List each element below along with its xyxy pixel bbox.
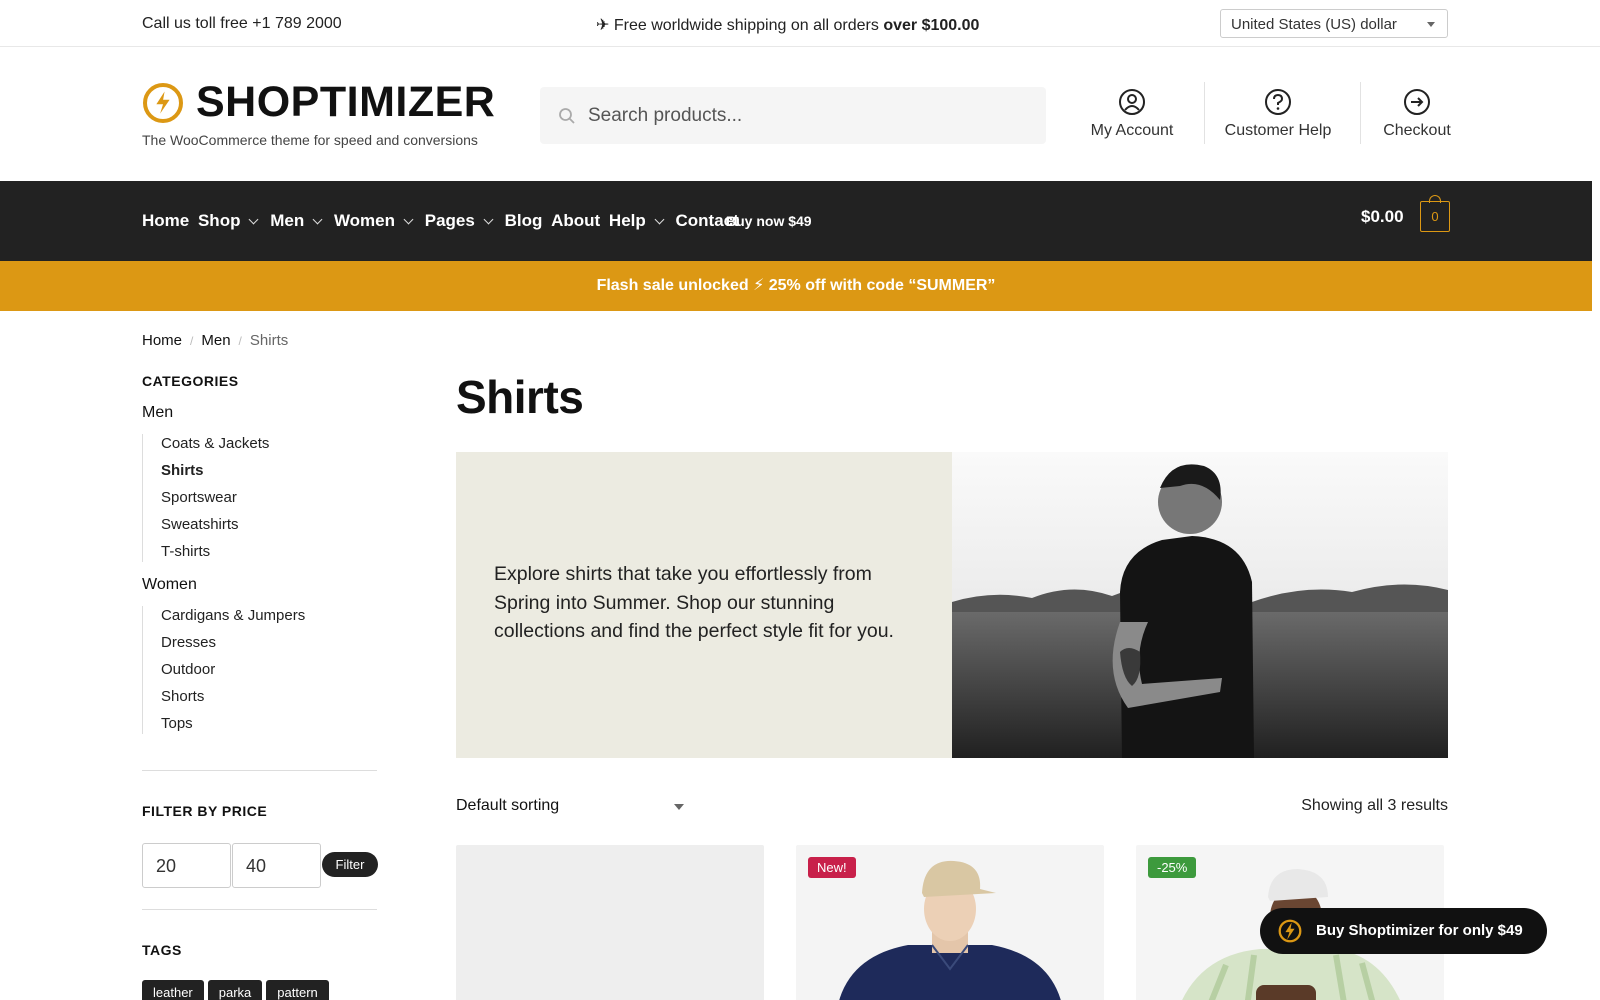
banner-description: Explore shirts that take you effortlessl… <box>494 563 894 642</box>
shipping-notice: ✈ Free worldwide shipping on all orders … <box>596 17 980 34</box>
logo-wordmark: SHOPTIMIZER <box>196 78 496 126</box>
category-banner: Explore shirts that take you effortlessl… <box>456 452 1448 758</box>
sidebar-divider <box>142 770 377 771</box>
chevron-down-icon <box>674 804 684 810</box>
men-subcategories: Coats & Jackets Shirts Sportswear Sweats… <box>142 434 269 562</box>
women-subcategories: Cardigans & Jumpers Dresses Outdoor Shor… <box>142 606 305 734</box>
chevron-down-icon <box>312 214 323 225</box>
sort-value: Default sorting <box>456 797 560 814</box>
nav-item-home[interactable]: Home <box>142 211 189 231</box>
breadcrumb-current: Shirts <box>249 332 289 349</box>
category-coats-jackets[interactable]: Coats & Jackets <box>161 434 269 461</box>
breadcrumb: Home / Men / Shirts <box>142 332 289 349</box>
header-divider <box>1204 82 1205 144</box>
category-sweatshirts[interactable]: Sweatshirts <box>161 515 269 542</box>
category-shirts[interactable]: Shirts <box>161 461 269 488</box>
breadcrumb-men[interactable]: Men <box>201 332 230 349</box>
nav-item-shop[interactable]: Shop <box>198 211 241 231</box>
category-cardigans-jumpers[interactable]: Cardigans & Jumpers <box>161 606 305 633</box>
category-women[interactable]: Women <box>142 576 197 594</box>
chevron-down-icon <box>483 214 494 225</box>
chevron-down-icon <box>1427 22 1435 27</box>
user-icon <box>1119 89 1145 115</box>
banner-text-panel: Explore shirts that take you effortlessl… <box>456 452 952 758</box>
currency-value: United States (US) dollar <box>1231 16 1397 33</box>
nav-item-blog[interactable]: Blog <box>505 211 543 231</box>
breadcrumb-home[interactable]: Home <box>142 332 182 349</box>
category-shorts[interactable]: Shorts <box>161 687 305 714</box>
chevron-down-icon <box>403 214 414 225</box>
search-icon <box>559 108 575 124</box>
max-price-input[interactable]: 40 <box>232 843 321 888</box>
main-navigation: Home Shop Men Women Pages Blog About Hel… <box>0 181 1592 261</box>
buy-shoptimizer-button[interactable]: Buy Shoptimizer for only $49 <box>1260 908 1547 954</box>
customer-help-link[interactable]: Customer Help <box>1214 88 1342 140</box>
customer-help-label: Customer Help <box>1224 122 1332 139</box>
sidebar-divider <box>142 909 377 910</box>
tag-leather[interactable]: leather <box>142 980 204 1000</box>
nav-item-women[interactable]: Women <box>334 211 395 231</box>
sale-badge: -25% <box>1148 857 1197 878</box>
search-input[interactable] <box>588 87 1028 144</box>
cart-total[interactable]: $0.00 <box>1361 207 1404 227</box>
arrow-circle-icon <box>1404 89 1430 115</box>
chevron-down-icon <box>654 214 665 225</box>
phone-text: Call us toll free +1 789 2000 <box>142 15 342 32</box>
categories-heading: CATEGORIES <box>142 373 239 389</box>
my-account-label: My Account <box>1090 122 1174 139</box>
page-title: Shirts <box>456 371 584 423</box>
category-sportswear[interactable]: Sportswear <box>161 488 269 515</box>
currency-select[interactable]: United States (US) dollar <box>1220 9 1448 38</box>
tag-parka[interactable]: parka <box>207 980 263 1000</box>
search-box <box>540 87 1046 144</box>
flash-sale-banner: Flash sale unlocked ⚡ 25% off with code … <box>0 261 1592 311</box>
checkout-label: Checkout <box>1383 122 1451 139</box>
checkout-link[interactable]: Checkout <box>1374 88 1460 140</box>
cart-count-icon[interactable]: 0 <box>1420 195 1450 232</box>
lightning-icon <box>1278 919 1302 943</box>
result-count: Showing all 3 results <box>1301 797 1448 814</box>
nav-item-pages[interactable]: Pages <box>425 211 475 231</box>
min-price-input[interactable]: 20 <box>142 843 231 888</box>
product-card[interactable] <box>456 845 764 1000</box>
tags-heading: TAGS <box>142 942 182 958</box>
new-badge: New! <box>808 857 856 878</box>
nav-menu: Home Shop Men Women Pages Blog About Hel… <box>142 211 743 231</box>
tag-list: leather parka pattern <box>142 980 333 1000</box>
filter-price-heading: FILTER BY PRICE <box>142 803 268 819</box>
my-account-link[interactable]: My Account <box>1080 88 1184 140</box>
buy-shoptimizer-label: Buy Shoptimizer for only $49 <box>1316 922 1523 939</box>
header-divider <box>1360 82 1361 144</box>
top-bar: Call us toll free +1 789 2000 ✈ Free wor… <box>0 0 1600 47</box>
help-icon <box>1265 89 1291 115</box>
category-tops[interactable]: Tops <box>161 714 305 741</box>
nav-item-men[interactable]: Men <box>270 211 304 231</box>
category-men[interactable]: Men <box>142 404 173 422</box>
logo-tagline: The WooCommerce theme for speed and conv… <box>142 132 478 148</box>
category-outdoor[interactable]: Outdoor <box>161 660 305 687</box>
category-t-shirts[interactable]: T-shirts <box>161 542 269 569</box>
chevron-down-icon <box>249 214 259 225</box>
banner-image <box>952 452 1448 758</box>
nav-item-help[interactable]: Help <box>609 211 646 231</box>
buy-now-link[interactable]: Buy now $49 <box>726 213 812 229</box>
sort-select[interactable]: Default sorting <box>456 797 684 815</box>
category-dresses[interactable]: Dresses <box>161 633 305 660</box>
tag-pattern[interactable]: pattern <box>266 980 329 1000</box>
filter-button[interactable]: Filter <box>322 852 378 877</box>
product-card[interactable]: New! <box>796 845 1104 1000</box>
lightning-logo-icon <box>143 83 183 123</box>
nav-item-about[interactable]: About <box>551 211 600 231</box>
